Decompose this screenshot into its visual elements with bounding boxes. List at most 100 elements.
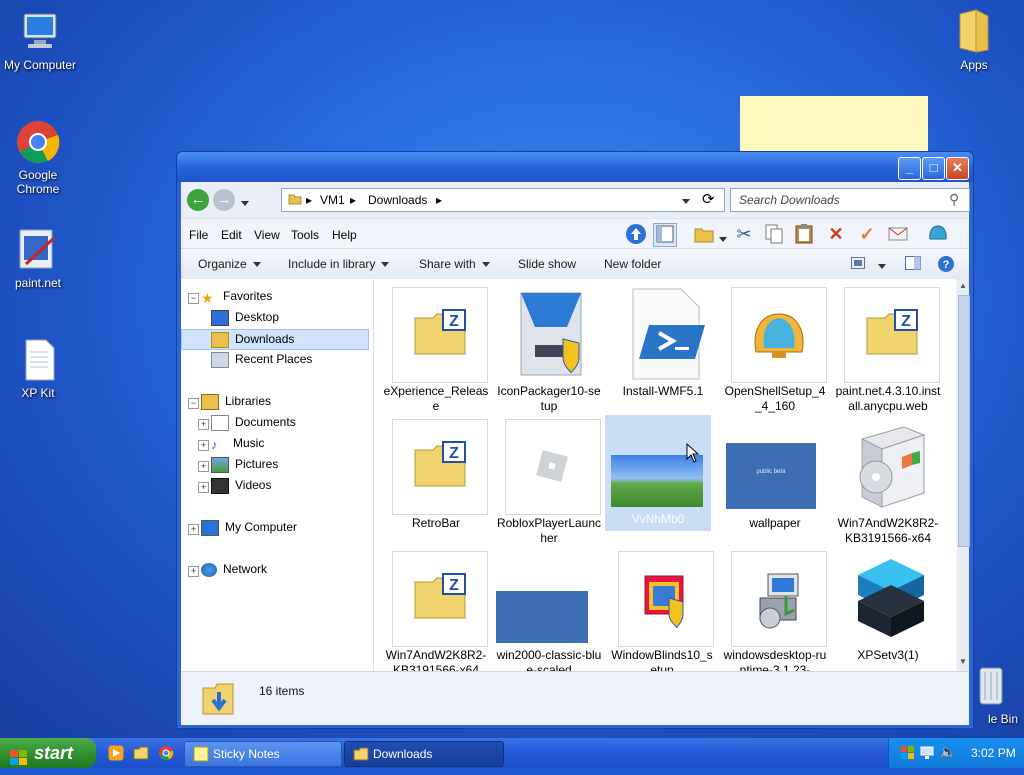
organize-button[interactable]: Organize bbox=[198, 257, 261, 271]
shell-icon bbox=[731, 287, 827, 383]
copy-icon[interactable] bbox=[763, 223, 785, 245]
file-name: paint.net.4.3.10.install.anycpu.web bbox=[835, 384, 941, 413]
recent-pages-chevron-icon[interactable] bbox=[241, 196, 249, 210]
chrome-icon[interactable] bbox=[158, 745, 174, 764]
file-item[interactable]: WindowBlinds10_setup bbox=[609, 551, 715, 671]
taskbar-item-downloads[interactable]: Downloads bbox=[344, 741, 504, 767]
email-icon[interactable] bbox=[887, 223, 909, 245]
minimize-button[interactable]: _ bbox=[898, 157, 921, 180]
search-icon[interactable]: ⚲ bbox=[949, 191, 959, 208]
expand-videos-icon[interactable]: + bbox=[198, 482, 209, 493]
scroll-up-icon[interactable]: ▲ bbox=[959, 281, 967, 290]
search-input[interactable]: Search Downloads ⚲ bbox=[730, 188, 970, 212]
nav-libraries[interactable]: Libraries bbox=[201, 394, 271, 410]
back-button[interactable]: ← bbox=[187, 189, 209, 211]
file-item[interactable]: windowsdesktop-runtime-3.1.23- bbox=[722, 551, 828, 671]
vertical-scrollbar[interactable]: ▲ ▼ bbox=[957, 279, 970, 671]
expand-documents-icon[interactable]: + bbox=[198, 419, 209, 430]
nav-videos[interactable]: Videos bbox=[211, 478, 271, 494]
view-chevron-icon[interactable] bbox=[878, 259, 886, 273]
file-item[interactable]: OpenShellSetup_4_4_160 bbox=[722, 287, 828, 413]
file-name: Win7AndW2K8R2-KB3191566-x64 bbox=[385, 648, 487, 671]
sticky-note[interactable] bbox=[740, 96, 928, 156]
computer-icon bbox=[16, 8, 64, 56]
view-options-icon[interactable] bbox=[851, 257, 865, 272]
file-item[interactable]: Install-WMF5.1 bbox=[610, 287, 716, 403]
close-button[interactable]: ✕ bbox=[946, 157, 969, 180]
collapse-libraries-icon[interactable]: − bbox=[188, 398, 199, 409]
file-item[interactable]: Z RetroBar bbox=[383, 419, 489, 535]
scrollbar-thumb[interactable] bbox=[958, 295, 970, 547]
expand-network-icon[interactable]: + bbox=[188, 566, 199, 577]
refresh-icon[interactable]: ⟳ bbox=[702, 190, 715, 208]
start-button[interactable]: start bbox=[0, 738, 96, 768]
svg-text:Z: Z bbox=[449, 445, 459, 462]
menu-view[interactable]: View bbox=[254, 228, 280, 242]
file-item[interactable]: IconPackager10-setup bbox=[496, 287, 602, 413]
maximize-button[interactable]: □ bbox=[922, 157, 945, 180]
desktop-icon-my-computer[interactable]: My Computer bbox=[0, 8, 80, 72]
nav-favorites[interactable]: ★ Favorites bbox=[201, 289, 272, 306]
delete-icon[interactable]: ✕ bbox=[825, 223, 847, 245]
breadcrumb-vm1[interactable]: VM1 bbox=[320, 193, 345, 207]
forward-button[interactable]: → bbox=[213, 189, 235, 211]
paste-icon[interactable] bbox=[793, 223, 815, 245]
file-item[interactable]: XPSetv3(1) bbox=[835, 551, 941, 667]
move-to-chevron-icon[interactable] bbox=[719, 232, 727, 246]
file-name: Win7AndW2K8R2-KB3191566-x64 bbox=[837, 516, 939, 545]
preview-pane-icon[interactable] bbox=[905, 256, 921, 273]
menu-edit[interactable]: Edit bbox=[221, 228, 242, 242]
help-icon[interactable]: ? bbox=[937, 255, 955, 276]
title-bar[interactable]: _ □ ✕ bbox=[177, 152, 973, 182]
address-bar[interactable]: ▸ VM1 ▸ Downloads ▸ ⟳ bbox=[281, 188, 725, 212]
properties-check-icon[interactable]: ✓ bbox=[856, 223, 878, 245]
folders-pane-icon[interactable] bbox=[653, 223, 677, 247]
expand-my-computer-icon[interactable]: + bbox=[188, 524, 199, 535]
file-item[interactable]: Win7AndW2K8R2-KB3191566-x64 bbox=[835, 419, 941, 545]
desktop-icon-google-chrome[interactable]: Google Chrome bbox=[0, 118, 78, 196]
collapse-favorites-icon[interactable]: − bbox=[188, 293, 199, 304]
cut-icon[interactable]: ✂ bbox=[733, 223, 755, 245]
taskbar-item-sticky-notes[interactable]: Sticky Notes bbox=[184, 741, 342, 767]
menu-help[interactable]: Help bbox=[332, 228, 357, 242]
expand-pictures-icon[interactable]: + bbox=[198, 461, 209, 472]
menu-tools[interactable]: Tools bbox=[291, 228, 319, 242]
file-item-selected[interactable]: VvNhMb0 bbox=[605, 415, 711, 531]
clock[interactable]: 3:02 PM bbox=[971, 746, 1016, 760]
desktop-icon-paint-net[interactable]: paint.net bbox=[0, 226, 78, 290]
nav-desktop[interactable]: Desktop bbox=[211, 310, 279, 326]
file-item[interactable]: Z paint.net.4.3.10.install.anycpu.web bbox=[835, 287, 941, 413]
file-item[interactable]: public beta wallpaper bbox=[722, 419, 828, 535]
expand-music-icon[interactable]: + bbox=[198, 440, 209, 451]
explorer-icon[interactable] bbox=[133, 745, 149, 764]
nav-network[interactable]: Network bbox=[201, 562, 267, 577]
include-in-library-button[interactable]: Include in library bbox=[288, 257, 390, 271]
file-item[interactable]: Z Win7AndW2K8R2-KB3191566-x64 bbox=[383, 551, 489, 671]
media-player-icon[interactable] bbox=[108, 745, 124, 764]
nav-pictures[interactable]: Pictures bbox=[211, 457, 278, 473]
new-folder-button[interactable]: New folder bbox=[604, 257, 661, 271]
file-item[interactable]: win2000-classic-blue-scaled bbox=[496, 551, 602, 671]
nav-downloads[interactable]: Downloads bbox=[181, 329, 369, 350]
menu-file[interactable]: File bbox=[189, 228, 208, 242]
flag-icon[interactable] bbox=[901, 746, 915, 763]
move-to-icon[interactable] bbox=[693, 223, 715, 245]
nav-recent-places[interactable]: Recent Places bbox=[211, 352, 312, 368]
file-item[interactable]: RobloxPlayerLauncher bbox=[496, 419, 602, 545]
scroll-down-icon[interactable]: ▼ bbox=[959, 657, 967, 666]
zip-folder-icon: Z bbox=[844, 287, 940, 383]
desktop-icon-apps[interactable]: Apps bbox=[934, 8, 1014, 72]
share-with-button[interactable]: Share with bbox=[419, 257, 490, 271]
shell-icon[interactable] bbox=[927, 223, 949, 245]
nav-documents[interactable]: Documents bbox=[211, 415, 296, 431]
up-folder-icon[interactable] bbox=[625, 223, 647, 245]
file-item[interactable]: Z eXperience_Release bbox=[383, 287, 489, 413]
volume-icon[interactable]: 🔈 bbox=[940, 744, 956, 760]
breadcrumb-separator-icon: ▸ bbox=[350, 193, 357, 207]
network-icon[interactable] bbox=[920, 746, 934, 763]
nav-music[interactable]: ♪ Music bbox=[211, 436, 264, 452]
desktop-icon-xp-kit[interactable]: XP Kit bbox=[0, 336, 78, 400]
breadcrumb-downloads[interactable]: Downloads bbox=[368, 193, 427, 207]
slide-show-button[interactable]: Slide show bbox=[518, 257, 576, 271]
nav-my-computer[interactable]: My Computer bbox=[201, 520, 297, 536]
